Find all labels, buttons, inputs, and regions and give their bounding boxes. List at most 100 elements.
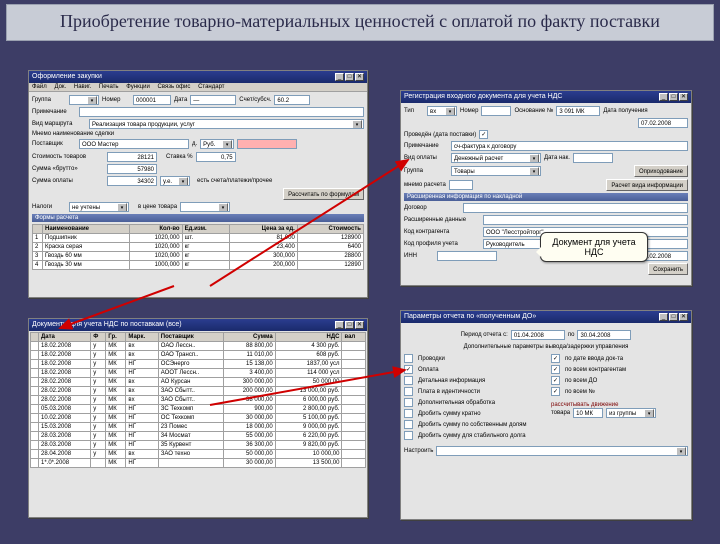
minimize-icon[interactable]: _ xyxy=(659,313,668,321)
checkbox-row[interactable]: Дробить сумму кратно xyxy=(404,409,541,418)
table-row[interactable]: 15.03.2008уМКНГ23 Помес18 000,009 000,00… xyxy=(31,423,366,432)
col-grp[interactable]: Гр. xyxy=(106,333,126,342)
menu-file[interactable]: Файл xyxy=(32,84,47,90)
col-unit[interactable]: Ед.изм. xyxy=(182,225,230,234)
minimize-icon[interactable]: _ xyxy=(659,93,668,101)
checkbox-icon[interactable] xyxy=(404,409,413,418)
table-row[interactable]: 18.02.2008уМКвхОАО Трансп..11 010,00608 … xyxy=(31,351,366,360)
inp-dog[interactable] xyxy=(463,203,688,213)
col-f[interactable]: Ф xyxy=(91,333,106,342)
table-row[interactable]: 28.02.2008уМКвхЗАО Сбытт..38 000,006 000… xyxy=(31,396,366,405)
checkbox-icon[interactable] xyxy=(404,431,413,440)
inp-date[interactable]: — xyxy=(190,95,236,105)
checkbox-icon[interactable] xyxy=(404,420,413,429)
inp-supplier[interactable]: ООО Мастер xyxy=(79,139,189,149)
close-icon[interactable]: ✕ xyxy=(679,93,688,101)
close-icon[interactable]: ✕ xyxy=(679,313,688,321)
inp-route[interactable]: Реализация товара продукции, услуг xyxy=(89,119,364,129)
checkbox-row[interactable]: Дополнительная обработка xyxy=(404,398,541,407)
checkbox-row[interactable]: Плата в идентичности xyxy=(404,387,541,396)
checkbox-icon[interactable] xyxy=(404,354,413,363)
inp-sumpay[interactable]: 34302 xyxy=(107,176,157,186)
checkbox-icon[interactable]: ✓ xyxy=(551,387,560,396)
inp-note[interactable] xyxy=(79,107,364,117)
checkbox-row[interactable]: Детальная информация xyxy=(404,376,541,385)
col-qty[interactable]: Кол-во xyxy=(129,225,182,234)
minimize-icon[interactable]: _ xyxy=(335,73,344,81)
table-row[interactable]: 18.02.2008уМКвхОАО Лессн..88 800,004 300… xyxy=(31,342,366,351)
maximize-icon[interactable]: □ xyxy=(345,73,354,81)
menu-funcs[interactable]: Функции xyxy=(126,84,150,90)
col-sum[interactable]: Стоимость xyxy=(297,225,363,234)
inp-cur[interactable]: у.е. xyxy=(160,176,190,186)
inp-vcene[interactable] xyxy=(180,202,230,212)
inp-tip[interactable]: вх xyxy=(427,106,457,116)
col-supplier[interactable]: Поставщик xyxy=(158,333,223,342)
inp-rate[interactable]: 0,75 xyxy=(196,152,236,162)
w2-titlebar[interactable]: Регистрация входного документа для учета… xyxy=(401,91,691,103)
checkbox-row[interactable]: ✓по всем ДО xyxy=(551,376,688,385)
inp-cost[interactable]: 28121 xyxy=(107,152,157,162)
inp-vid[interactable]: Денежный расчет xyxy=(451,153,541,163)
inp-acc[interactable]: 60.2 xyxy=(274,95,310,105)
w4-titlebar[interactable]: Параметры отчета по «полученным ДО» _ □ … xyxy=(401,311,691,323)
checkbox-row[interactable]: Дробить сумму по собственным долям xyxy=(404,420,541,429)
inp-tov[interactable]: 10 МК xyxy=(573,408,603,418)
table-row[interactable]: 18.02.2008уМКНГОСЭнерго15 138,001837,00 … xyxy=(31,360,366,369)
w1-tab[interactable]: Формы расчета xyxy=(32,214,364,222)
inp-dan[interactable] xyxy=(483,215,688,225)
table-row[interactable]: 18.02.2008уМКНГАООТ Лессн..3 400,00114 0… xyxy=(31,369,366,378)
w3-titlebar[interactable]: Документы для учета НДС по поставкам (вс… xyxy=(29,319,367,331)
col-sum3[interactable]: Сумма xyxy=(223,333,275,342)
checkbox-row[interactable]: ✓по всем № xyxy=(551,387,688,396)
checkbox-row[interactable]: ✓по всем контрагентам xyxy=(551,365,688,374)
btn-opr[interactable]: Оприходование xyxy=(634,165,688,177)
maximize-icon[interactable]: □ xyxy=(345,321,354,329)
checkbox-row[interactable]: Проводки xyxy=(404,354,541,363)
table-row[interactable]: 3Гвоздь 60 мм1020,000кг300,00028800 xyxy=(33,252,364,261)
inp-no[interactable]: 000001 xyxy=(133,95,171,105)
close-icon[interactable]: ✕ xyxy=(355,321,364,329)
btn-rasch[interactable]: Рассчитать по формулам xyxy=(283,188,364,200)
inp-to[interactable]: 30.04.2008 xyxy=(577,330,631,340)
inp-from[interactable]: 01.04.2008 xyxy=(511,330,565,340)
checkbox-icon[interactable]: ✓ xyxy=(404,365,413,374)
table-row[interactable]: 2Краска серая1020,000кг23,4006400 xyxy=(33,243,364,252)
inp-nastr[interactable] xyxy=(436,446,688,456)
table-row[interactable]: 28.02.2008уМКвхЗАО Сбытт..200 000,0013 0… xyxy=(31,387,366,396)
table-row[interactable]: 4Гвоздь 30 мм1000,000кг200,00012890 xyxy=(33,261,364,270)
inp-red[interactable] xyxy=(237,139,297,149)
maximize-icon[interactable]: □ xyxy=(669,313,678,321)
col-val[interactable]: вал xyxy=(342,333,366,342)
table-row[interactable]: 28.02.2008уМКвхАО Курсан300 000,0050 000… xyxy=(31,378,366,387)
checkbox-row[interactable]: ✓Оплата xyxy=(404,365,541,374)
checkbox-icon[interactable] xyxy=(404,376,413,385)
table-row[interactable]: 1*.0*.2008МКНГ30 000,0013 500,00 xyxy=(31,459,366,468)
checkbox-icon[interactable]: ✓ xyxy=(551,365,560,374)
table-row[interactable]: 28.03.2008уМКНГ34 Мосмат55 000,006 220,0… xyxy=(31,432,366,441)
inp-nalog[interactable]: не учтены xyxy=(69,202,129,212)
inp-gruz[interactable]: из группы xyxy=(606,408,656,418)
col-mark[interactable]: Марк. xyxy=(126,333,158,342)
col-name[interactable]: Наименование xyxy=(43,225,130,234)
menu-doc[interactable]: Док. xyxy=(54,84,66,90)
w1-titlebar[interactable]: Оформление закупки _ □ ✕ xyxy=(29,71,367,83)
checkbox-row[interactable]: ✓по дате ввода док-та xyxy=(551,354,688,363)
inp-daten[interactable] xyxy=(573,153,613,163)
inp-inn[interactable] xyxy=(437,251,497,261)
btn-rasn[interactable]: Расчет вида информации xyxy=(606,179,688,191)
inp-seria[interactable] xyxy=(481,106,511,116)
table-row[interactable]: 1Подшипник1020,000шт.81,000128900 xyxy=(33,234,364,243)
inp-doc[interactable]: 3 091 МК xyxy=(556,106,600,116)
checkbox-icon[interactable]: ✓ xyxy=(551,376,560,385)
w1-table[interactable]: Наименование Кол-во Ед.изм. Цена за ед. … xyxy=(32,224,364,270)
menu-export[interactable]: Связь офис xyxy=(158,84,191,90)
minimize-icon[interactable]: _ xyxy=(335,321,344,329)
chk-proved[interactable]: ✓ xyxy=(479,130,488,139)
inp-km[interactable]: Руб. xyxy=(200,139,234,149)
menu-print[interactable]: Печать xyxy=(99,84,119,90)
w3-table[interactable]: Дата Ф Гр. Марк. Поставщик Сумма НДС вал… xyxy=(30,332,366,468)
checkbox-icon[interactable] xyxy=(404,398,413,407)
checkbox-icon[interactable] xyxy=(404,387,413,396)
col-nds[interactable]: НДС xyxy=(275,333,342,342)
